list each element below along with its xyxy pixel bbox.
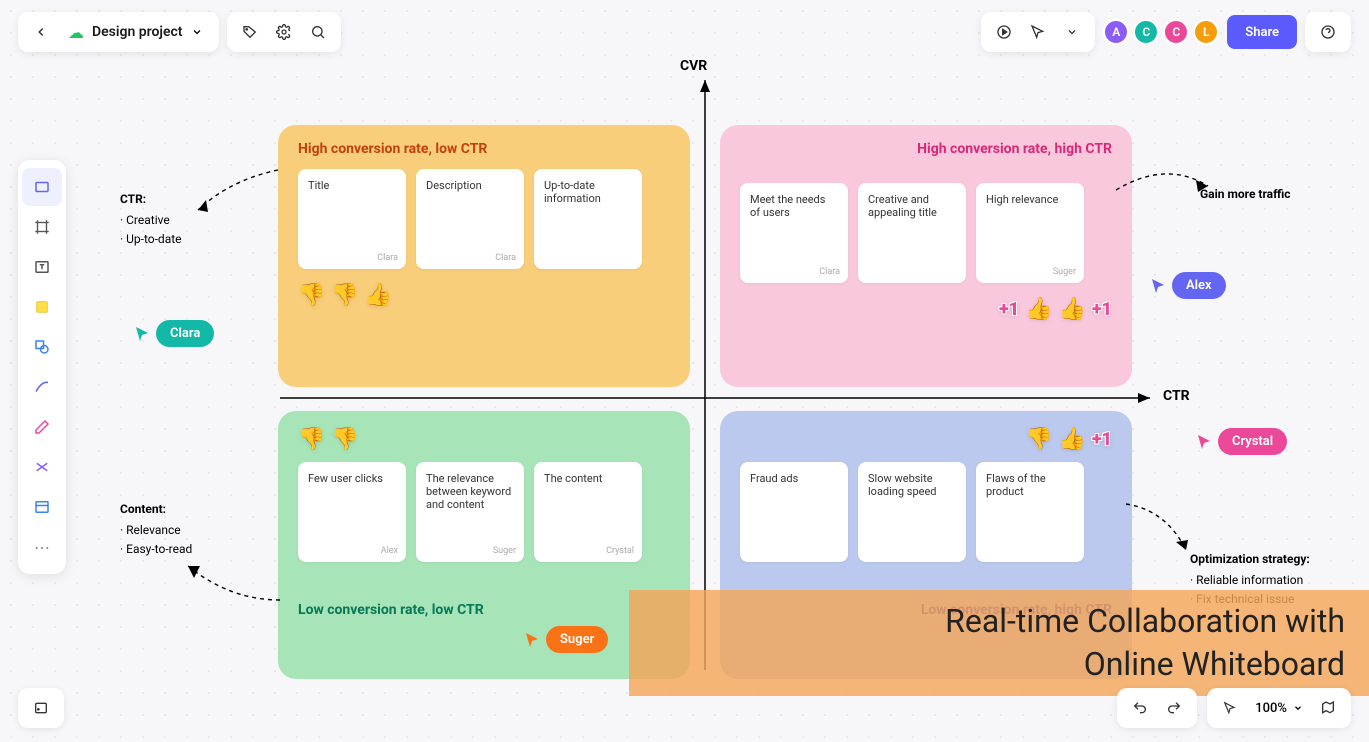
user-cursor-clara: Clara	[134, 320, 214, 347]
zoom-control[interactable]: 100%	[1247, 701, 1311, 716]
cloud-icon: ☁	[68, 23, 84, 42]
template-tool[interactable]	[22, 488, 62, 526]
share-button[interactable]: Share	[1227, 15, 1297, 49]
pointer-mode-button[interactable]	[1213, 691, 1247, 725]
project-selector[interactable]: ☁ Design project	[58, 23, 213, 42]
reaction-row: 👎 👎	[298, 427, 670, 452]
frame-tool[interactable]	[22, 208, 62, 246]
thumbs-up-icon[interactable]: 👍	[365, 283, 392, 308]
mindmap-tool[interactable]	[22, 448, 62, 486]
avatar[interactable]: C	[1133, 19, 1159, 45]
user-cursor-suger: Suger	[524, 626, 608, 653]
thumbs-down-icon[interactable]: 👎	[1025, 427, 1052, 452]
quadrant-title: High conversion rate, high CTR	[740, 141, 1112, 157]
user-cursor-crystal: Crystal	[1196, 428, 1287, 455]
reaction-row: +1 👍 👍 +1	[740, 297, 1112, 322]
connector-tool[interactable]	[22, 368, 62, 406]
sticky-note[interactable]: High relevanceSuger	[976, 183, 1084, 283]
plus-one-icon[interactable]: +1	[999, 299, 1019, 320]
pen-tool[interactable]	[22, 408, 62, 446]
thumbs-up-icon[interactable]: 👍	[1025, 297, 1052, 322]
thumbs-up-icon[interactable]: 👍	[1059, 427, 1086, 452]
sticky-note[interactable]: Few user clicksAlex	[298, 462, 406, 562]
layers-button[interactable]	[24, 691, 58, 725]
y-axis-label: CVR	[680, 58, 707, 74]
sticky-note[interactable]: Creative and appealing title	[858, 183, 966, 283]
avatar[interactable]: C	[1163, 19, 1189, 45]
quadrant-top-left[interactable]: High conversion rate, low CTR TitleClara…	[278, 125, 690, 387]
sticky-tool[interactable]	[22, 288, 62, 326]
select-tool[interactable]	[22, 168, 62, 206]
cursor-share-button[interactable]	[1021, 15, 1055, 49]
sticky-note[interactable]: The relevance between keyword and conten…	[416, 462, 524, 562]
more-options-button[interactable]	[1055, 15, 1089, 49]
annotation-ctr[interactable]: CTR: · Creative · Up-to-date	[120, 190, 182, 250]
annotation-gain[interactable]: Gain more traffic	[1200, 185, 1291, 204]
chevron-down-icon	[191, 26, 203, 38]
x-axis-label: CTR	[1163, 388, 1190, 404]
sticky-note[interactable]: The contentCrystal	[534, 462, 642, 562]
annotation-content[interactable]: Content: · Relevance · Easy-to-read	[120, 500, 192, 560]
sticky-note[interactable]: Slow website loading speed	[858, 462, 966, 562]
sticky-note[interactable]: Meet the needs of usersClara	[740, 183, 848, 283]
presence-avatars: A C C L	[1103, 19, 1219, 45]
sticky-note[interactable]: Up-to-date information	[534, 169, 642, 269]
more-tools[interactable]: ⋯	[22, 528, 62, 566]
text-tool[interactable]	[22, 248, 62, 286]
sticky-note[interactable]: TitleClara	[298, 169, 406, 269]
reaction-row: 👎 👍 +1	[740, 427, 1112, 452]
redo-button[interactable]	[1157, 691, 1191, 725]
top-bar: ☁ Design project A C C L Share	[18, 12, 1351, 52]
thumbs-down-icon[interactable]: 👎	[331, 427, 358, 452]
plus-one-icon[interactable]: +1	[1092, 429, 1112, 450]
tag-button[interactable]	[233, 15, 267, 49]
thumbs-down-icon[interactable]: 👎	[331, 283, 358, 308]
sticky-note[interactable]: Fraud ads	[740, 462, 848, 562]
quadrant-title: High conversion rate, low CTR	[298, 141, 670, 157]
minimap-button[interactable]	[1311, 691, 1345, 725]
reaction-row: 👎 👎 👍	[298, 283, 670, 308]
shape-tool[interactable]	[22, 328, 62, 366]
whiteboard-canvas[interactable]: CVR CTR High conversion rate, low CTR Ti…	[0, 0, 1369, 742]
quadrant-title: Low conversion rate, low CTR	[298, 602, 670, 618]
sticky-note[interactable]: DescriptionClara	[416, 169, 524, 269]
help-button[interactable]	[1311, 15, 1345, 49]
undo-button[interactable]	[1123, 691, 1157, 725]
thumbs-up-icon[interactable]: 👍	[1059, 297, 1086, 322]
avatar[interactable]: A	[1103, 19, 1129, 45]
thumbs-down-icon[interactable]: 👎	[298, 283, 325, 308]
avatar[interactable]: L	[1193, 19, 1219, 45]
back-button[interactable]	[24, 15, 58, 49]
plus-one-icon[interactable]: +1	[1092, 299, 1112, 320]
quadrant-top-right[interactable]: High conversion rate, high CTR Meet the …	[720, 125, 1132, 387]
search-button[interactable]	[301, 15, 335, 49]
promo-overlay: Real-time Collaboration with Online Whit…	[629, 590, 1369, 696]
chevron-down-icon	[1293, 703, 1303, 713]
tool-palette: ⋯	[18, 160, 66, 574]
thumbs-down-icon[interactable]: 👎	[298, 427, 325, 452]
sticky-note[interactable]: Flaws of the product	[976, 462, 1084, 562]
present-button[interactable]	[987, 15, 1021, 49]
user-cursor-alex: Alex	[1150, 272, 1226, 299]
settings-button[interactable]	[267, 15, 301, 49]
